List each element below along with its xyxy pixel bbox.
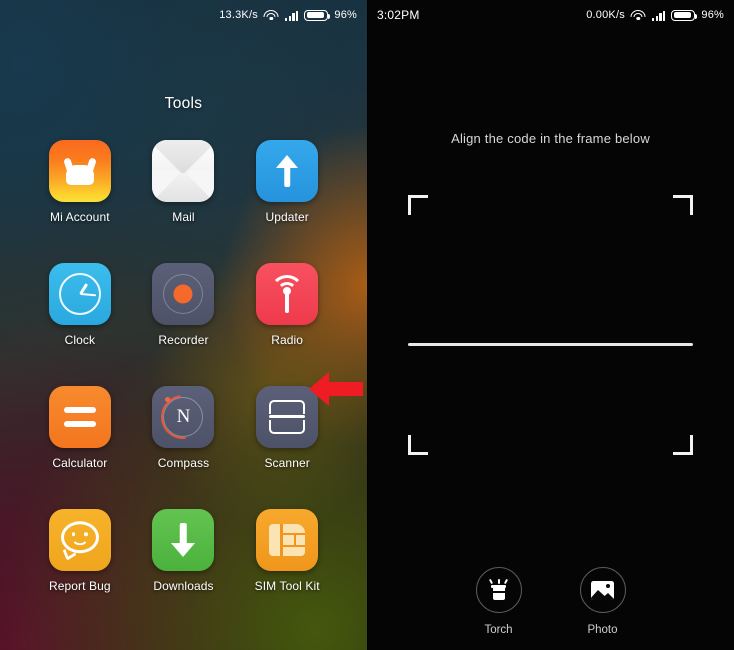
- right-status-right-group: 0.00K/s 96%: [586, 9, 724, 21]
- app-label: Calculator: [52, 456, 108, 470]
- folder-title: Tools: [164, 95, 203, 112]
- mi-account-icon: [48, 140, 111, 202]
- app-report-bug[interactable]: Report Bug: [34, 509, 126, 593]
- red-left-arrow-marker: [307, 369, 365, 409]
- app-recorder[interactable]: Recorder: [137, 263, 229, 347]
- battery-icon: [671, 9, 698, 21]
- app-label: SIM Tool Kit: [254, 579, 320, 593]
- frame-corner-bottom-right: [673, 435, 693, 455]
- app-label: Clock: [64, 333, 96, 347]
- signal-bars-icon: [651, 10, 666, 21]
- scanner-hint-text: Align the code in the frame below: [451, 131, 650, 146]
- app-compass[interactable]: N Compass: [137, 386, 229, 470]
- app-clock[interactable]: Clock: [34, 263, 126, 347]
- radio-tower-icon: [256, 263, 319, 325]
- right-phone-screen: 3:02PM 0.00K/s 96% Align the code in the…: [367, 0, 734, 650]
- wifi-icon: [630, 9, 646, 21]
- frame-corner-top-right: [673, 195, 693, 215]
- compass-north-icon: N: [152, 386, 215, 448]
- photo-label: Photo: [587, 624, 618, 636]
- app-label: Report Bug: [48, 579, 111, 593]
- dual-screenshot-container: 13.3K/s 96% Tools Mi Account Mail Update…: [0, 0, 734, 650]
- equals-icon: [48, 386, 111, 448]
- app-label: Mi Account: [49, 210, 110, 224]
- app-label: Scanner: [264, 456, 310, 470]
- left-phone-screen: 13.3K/s 96% Tools Mi Account Mail Update…: [0, 0, 367, 650]
- network-speed-label: 0.00K/s: [586, 9, 625, 21]
- signal-bars-icon: [284, 10, 299, 21]
- left-status-bar: 13.3K/s 96%: [0, 0, 367, 30]
- torch-button[interactable]: Torch: [475, 567, 522, 636]
- app-label: Downloads: [153, 579, 214, 593]
- network-speed-label: 13.3K/s: [219, 9, 258, 21]
- app-label: Compass: [157, 456, 210, 470]
- mail-envelope-icon: [152, 140, 215, 202]
- scanner-toolbar: Torch Photo: [367, 567, 734, 636]
- app-mi-account[interactable]: Mi Account: [34, 140, 126, 224]
- arrow-down-icon: [152, 509, 215, 571]
- wifi-icon: [263, 9, 279, 21]
- torch-label: Torch: [484, 624, 513, 636]
- sim-card-icon: [256, 509, 319, 571]
- screen-divider: [367, 0, 368, 650]
- status-clock: 3:02PM: [377, 8, 420, 22]
- frame-corner-bottom-left: [408, 435, 428, 455]
- app-calculator[interactable]: Calculator: [34, 386, 126, 470]
- smiley-bubble-icon: [48, 509, 111, 571]
- app-downloads[interactable]: Downloads: [137, 509, 229, 593]
- app-grid: Mi Account Mail Updater Clock Recorder R…: [28, 140, 339, 593]
- left-status-right-group: 13.3K/s 96%: [219, 9, 357, 21]
- app-mail[interactable]: Mail: [137, 140, 229, 224]
- battery-percent-label: 96%: [334, 9, 357, 21]
- torch-icon: [475, 567, 522, 613]
- app-radio[interactable]: Radio: [241, 263, 333, 347]
- app-sim-tool-kit[interactable]: SIM Tool Kit: [241, 509, 333, 593]
- photo-gallery-icon: [579, 567, 626, 613]
- clock-icon: [48, 263, 111, 325]
- battery-percent-label: 96%: [701, 9, 724, 21]
- app-label: Mail: [172, 210, 195, 224]
- record-dot-icon: [152, 263, 215, 325]
- app-label: Recorder: [158, 333, 209, 347]
- app-label: Updater: [265, 210, 309, 224]
- scan-frame: [408, 195, 693, 455]
- app-updater[interactable]: Updater: [241, 140, 333, 224]
- arrow-up-icon: [256, 140, 319, 202]
- photo-button[interactable]: Photo: [579, 567, 626, 636]
- battery-icon: [304, 9, 331, 21]
- frame-corner-top-left: [408, 195, 428, 215]
- right-status-bar: 3:02PM 0.00K/s 96%: [367, 0, 734, 30]
- app-label: Radio: [271, 333, 304, 347]
- scan-line: [408, 343, 693, 346]
